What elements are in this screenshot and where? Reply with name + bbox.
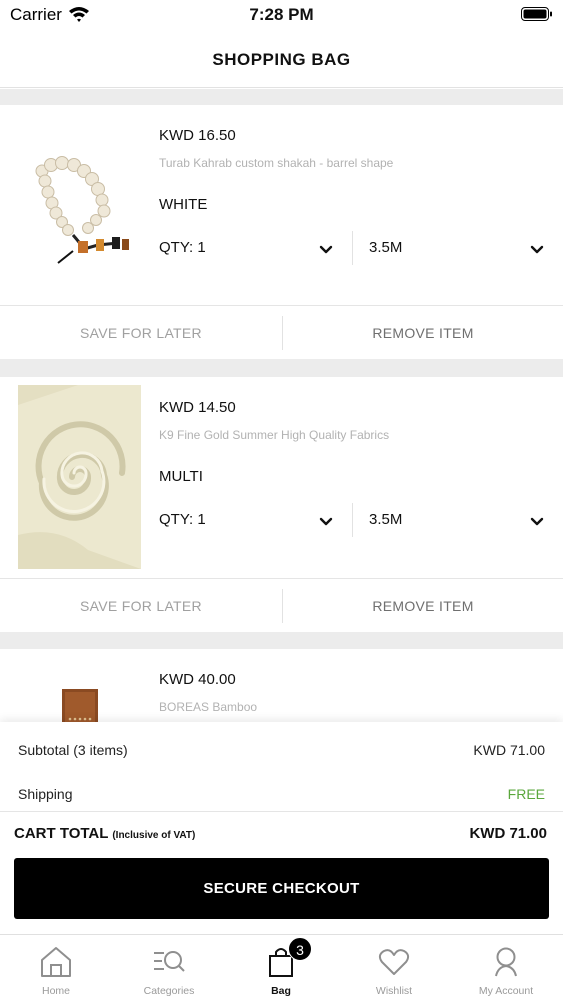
quantity-selector[interactable]: QTY: 1 bbox=[159, 511, 206, 528]
user-icon bbox=[495, 947, 517, 977]
item-actions: SAVE FOR LATER REMOVE ITEM bbox=[0, 578, 563, 632]
chevron-down-icon[interactable] bbox=[529, 514, 545, 530]
tab-label: Wishlist bbox=[375, 985, 413, 997]
item-price: KWD 14.50 bbox=[159, 399, 236, 416]
cart-item: KWD 16.50 Turab Kahrab custom shakah - b… bbox=[0, 105, 563, 305]
item-price: KWD 16.50 bbox=[159, 127, 236, 144]
item-name[interactable]: BOREAS Bamboo bbox=[159, 700, 257, 714]
status-bar: Carrier 7:28 PM bbox=[0, 0, 563, 30]
tab-label: Home bbox=[41, 985, 70, 997]
page-title: SHOPPING BAG bbox=[212, 50, 351, 69]
save-for-later-button[interactable]: SAVE FOR LATER bbox=[0, 579, 282, 633]
item-color: WHITE bbox=[159, 196, 208, 213]
size-selector[interactable]: 3.5M bbox=[369, 239, 402, 256]
prayer-beads-image bbox=[18, 113, 141, 297]
battery-icon bbox=[521, 7, 552, 21]
shipping-label: Shipping bbox=[18, 786, 73, 802]
tab-label: My Account bbox=[478, 985, 534, 997]
tab-bag[interactable]: Bag bbox=[225, 935, 337, 1000]
item-price: KWD 40.00 bbox=[159, 671, 236, 688]
tab-home[interactable]: Home bbox=[0, 935, 112, 1000]
section-spacer bbox=[0, 359, 563, 377]
chevron-down-icon[interactable] bbox=[318, 514, 334, 530]
size-selector[interactable]: 3.5M bbox=[369, 511, 402, 528]
bag-count-badge: 3 bbox=[288, 937, 312, 961]
navigation-header: SHOPPING BAG bbox=[0, 30, 563, 88]
tab-bar: Home Categories Bag Wishlist My Account bbox=[0, 934, 563, 1000]
section-spacer bbox=[0, 632, 563, 649]
home-icon bbox=[41, 947, 71, 977]
subtotal-label: Subtotal (3 items) bbox=[18, 742, 128, 758]
cart-item: KWD 40.00 BOREAS Bamboo bbox=[0, 649, 563, 729]
product-image-prayer-beads[interactable] bbox=[18, 113, 141, 297]
heart-icon bbox=[378, 949, 410, 975]
save-for-later-button[interactable]: SAVE FOR LATER bbox=[0, 306, 282, 360]
vat-note: (Inclusive of VAT) bbox=[112, 830, 196, 841]
chevron-down-icon[interactable] bbox=[529, 242, 545, 258]
quantity-selector[interactable]: QTY: 1 bbox=[159, 239, 206, 256]
chevron-down-icon[interactable] bbox=[318, 242, 334, 258]
tab-my-account[interactable]: My Account bbox=[450, 935, 562, 1000]
tab-categories[interactable]: Categories bbox=[113, 935, 225, 1000]
clock: 7:28 PM bbox=[249, 5, 314, 24]
tab-label: Bag bbox=[271, 985, 291, 997]
product-image-bamboo[interactable] bbox=[18, 657, 141, 729]
item-name[interactable]: K9 Fine Gold Summer High Quality Fabrics bbox=[159, 428, 389, 442]
bamboo-product-image bbox=[18, 657, 141, 729]
remove-item-button[interactable]: REMOVE ITEM bbox=[283, 306, 563, 360]
tab-label: Categories bbox=[143, 985, 195, 997]
summary-divider bbox=[0, 811, 563, 812]
item-actions: SAVE FOR LATER REMOVE ITEM bbox=[0, 305, 563, 359]
section-spacer bbox=[0, 89, 563, 105]
order-summary: Subtotal (3 items) KWD 71.00 Shipping FR… bbox=[0, 722, 563, 934]
cart-total-value: KWD 71.00 bbox=[469, 825, 547, 842]
secure-checkout-button[interactable]: SECURE CHECKOUT bbox=[14, 858, 549, 919]
shipping-value: FREE bbox=[507, 786, 545, 802]
cart-item: KWD 14.50 K9 Fine Gold Summer High Quali… bbox=[0, 377, 563, 577]
selector-divider bbox=[352, 231, 353, 265]
subtotal-value: KWD 71.00 bbox=[473, 742, 545, 758]
selector-divider bbox=[352, 503, 353, 537]
cart-total-label: CART TOTAL (Inclusive of VAT) bbox=[14, 825, 196, 842]
product-image-fabric[interactable] bbox=[18, 385, 141, 569]
categories-icon bbox=[154, 951, 185, 972]
tab-wishlist[interactable]: Wishlist bbox=[338, 935, 450, 1000]
item-name[interactable]: Turab Kahrab custom shakah - barrel shap… bbox=[159, 156, 393, 170]
item-color: MULTI bbox=[159, 468, 203, 485]
remove-item-button[interactable]: REMOVE ITEM bbox=[283, 579, 563, 633]
fabric-image bbox=[18, 385, 141, 569]
